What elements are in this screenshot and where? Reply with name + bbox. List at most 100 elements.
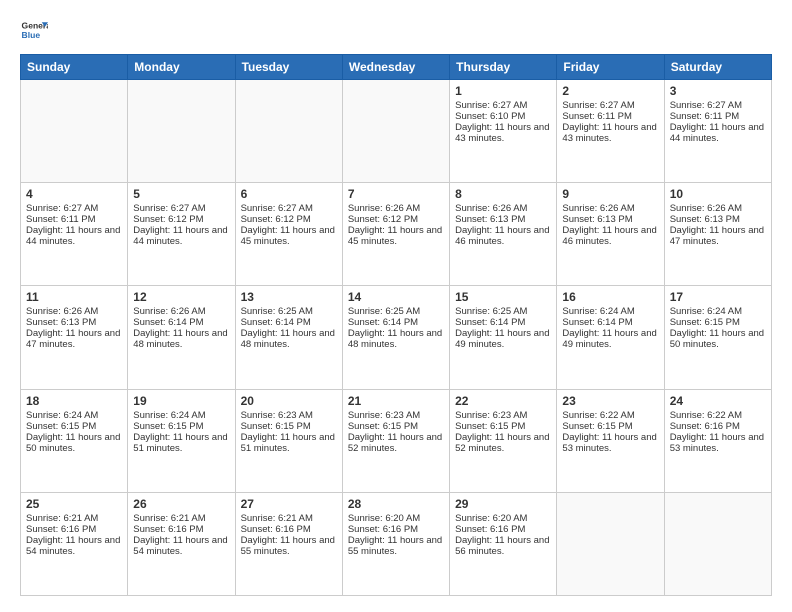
- day-number: 17: [670, 290, 766, 304]
- day-info: Sunset: 6:11 PM: [26, 214, 122, 225]
- day-info: Sunset: 6:13 PM: [455, 214, 551, 225]
- day-number: 10: [670, 187, 766, 201]
- table-row: 17Sunrise: 6:24 AMSunset: 6:15 PMDayligh…: [664, 286, 771, 389]
- day-info: Sunrise: 6:27 AM: [26, 203, 122, 214]
- day-info: Sunrise: 6:24 AM: [670, 306, 766, 317]
- day-info: Daylight: 11 hours and 44 minutes.: [133, 225, 229, 247]
- day-number: 29: [455, 497, 551, 511]
- table-row: 7Sunrise: 6:26 AMSunset: 6:12 PMDaylight…: [342, 183, 449, 286]
- day-info: Daylight: 11 hours and 43 minutes.: [455, 122, 551, 144]
- day-info: Sunset: 6:15 PM: [241, 421, 337, 432]
- table-row: 24Sunrise: 6:22 AMSunset: 6:16 PMDayligh…: [664, 389, 771, 492]
- day-info: Daylight: 11 hours and 49 minutes.: [562, 328, 658, 350]
- table-row: 28Sunrise: 6:20 AMSunset: 6:16 PMDayligh…: [342, 492, 449, 595]
- table-row: 27Sunrise: 6:21 AMSunset: 6:16 PMDayligh…: [235, 492, 342, 595]
- day-header-thursday: Thursday: [450, 55, 557, 80]
- day-info: Sunrise: 6:27 AM: [670, 100, 766, 111]
- day-number: 9: [562, 187, 658, 201]
- day-info: Sunrise: 6:27 AM: [455, 100, 551, 111]
- day-info: Daylight: 11 hours and 54 minutes.: [133, 535, 229, 557]
- table-row: 20 Sunrise: 6:23 AMSunset: 6:15 PMDayligh…: [235, 389, 342, 492]
- day-info: Sunrise: 6:20 AM: [455, 513, 551, 524]
- day-info: Daylight: 11 hours and 45 minutes.: [348, 225, 444, 247]
- table-row: 6Sunrise: 6:27 AMSunset: 6:12 PMDaylight…: [235, 183, 342, 286]
- day-number: 11: [26, 290, 122, 304]
- day-info: Sunrise: 6:23 AM: [241, 410, 337, 421]
- day-info: Sunrise: 6:20 AM: [348, 513, 444, 524]
- day-info: Sunset: 6:13 PM: [670, 214, 766, 225]
- day-number: 24: [670, 394, 766, 408]
- day-info: Sunrise: 6:23 AM: [348, 410, 444, 421]
- day-info: Sunrise: 6:26 AM: [26, 306, 122, 317]
- day-info: Daylight: 11 hours and 52 minutes.: [348, 432, 444, 454]
- day-info: Sunrise: 6:26 AM: [670, 203, 766, 214]
- day-info: Sunset: 6:14 PM: [348, 317, 444, 328]
- day-header-tuesday: Tuesday: [235, 55, 342, 80]
- table-row: 3Sunrise: 6:27 AMSunset: 6:11 PMDaylight…: [664, 80, 771, 183]
- day-info: Sunrise: 6:23 AM: [455, 410, 551, 421]
- table-row: 12Sunrise: 6:26 AMSunset: 6:14 PMDayligh…: [128, 286, 235, 389]
- day-info: Daylight: 11 hours and 50 minutes.: [26, 432, 122, 454]
- day-info: Sunset: 6:13 PM: [562, 214, 658, 225]
- day-info: Sunrise: 6:26 AM: [348, 203, 444, 214]
- day-info: Sunset: 6:14 PM: [562, 317, 658, 328]
- day-info: Daylight: 11 hours and 52 minutes.: [455, 432, 551, 454]
- day-info: Sunrise: 6:26 AM: [562, 203, 658, 214]
- day-number: 5: [133, 187, 229, 201]
- day-info: Sunrise: 6:25 AM: [348, 306, 444, 317]
- day-info: Sunrise: 6:21 AM: [133, 513, 229, 524]
- table-row: [557, 492, 664, 595]
- svg-text:Blue: Blue: [22, 30, 41, 40]
- day-info: Daylight: 11 hours and 54 minutes.: [26, 535, 122, 557]
- day-info: Daylight: 11 hours and 55 minutes.: [241, 535, 337, 557]
- day-info: Sunrise: 6:22 AM: [670, 410, 766, 421]
- day-info: Sunrise: 6:22 AM: [562, 410, 658, 421]
- calendar-week-3: 11 Sunrise: 6:26 AMSunset: 6:13 PM Dayligh…: [21, 286, 772, 389]
- day-info: Sunrise: 6:27 AM: [562, 100, 658, 111]
- day-info: Sunrise: 6:24 AM: [133, 410, 229, 421]
- day-number: 13: [241, 290, 337, 304]
- day-info: Sunrise: 6:24 AM: [562, 306, 658, 317]
- page-header: General Blue: [20, 16, 772, 44]
- day-header-monday: Monday: [128, 55, 235, 80]
- day-number: 6: [241, 187, 337, 201]
- day-info: Daylight: 11 hours and 51 minutes.: [241, 432, 337, 454]
- day-info: Daylight: 11 hours and 49 minutes.: [455, 328, 551, 350]
- day-info: Sunset: 6:16 PM: [133, 524, 229, 535]
- day-info: Daylight: 11 hours and 51 minutes.: [133, 432, 229, 454]
- day-info: Sunset: 6:13 PM: [26, 317, 122, 328]
- day-number: 8: [455, 187, 551, 201]
- day-number: 18: [26, 394, 122, 408]
- day-number: 4: [26, 187, 122, 201]
- table-row: 14Sunrise: 6:25 AMSunset: 6:14 PMDayligh…: [342, 286, 449, 389]
- day-number: 26: [133, 497, 229, 511]
- table-row: 26 Sunrise: 6:21 AMSunset: 6:16 PMDayligh…: [128, 492, 235, 595]
- day-info: Sunset: 6:16 PM: [241, 524, 337, 535]
- day-info: Sunrise: 6:21 AM: [26, 513, 122, 524]
- day-info: Sunset: 6:15 PM: [455, 421, 551, 432]
- day-info: Daylight: 11 hours and 47 minutes.: [670, 225, 766, 247]
- day-info: Sunrise: 6:25 AM: [455, 306, 551, 317]
- logo-icon: General Blue: [20, 16, 48, 44]
- day-number: 12: [133, 290, 229, 304]
- day-number: 2: [562, 84, 658, 98]
- table-row: 9Sunrise: 6:26 AMSunset: 6:13 PMDaylight…: [557, 183, 664, 286]
- day-header-saturday: Saturday: [664, 55, 771, 80]
- day-number: 1: [455, 84, 551, 98]
- day-info: Sunrise: 6:21 AM: [241, 513, 337, 524]
- day-info: Sunset: 6:16 PM: [455, 524, 551, 535]
- day-info: Sunset: 6:16 PM: [670, 421, 766, 432]
- day-number: 21: [348, 394, 444, 408]
- day-info: Daylight: 11 hours and 48 minutes.: [133, 328, 229, 350]
- table-row: 21Sunrise: 6:23 AMSunset: 6:15 PMDayligh…: [342, 389, 449, 492]
- table-row: [342, 80, 449, 183]
- table-row: 8Sunrise: 6:26 AMSunset: 6:13 PMDaylight…: [450, 183, 557, 286]
- day-number: 20: [241, 394, 337, 408]
- day-number: 23: [562, 394, 658, 408]
- day-info: Sunset: 6:16 PM: [348, 524, 444, 535]
- day-info: Sunset: 6:12 PM: [348, 214, 444, 225]
- day-number: 28: [348, 497, 444, 511]
- day-header-sunday: Sunday: [21, 55, 128, 80]
- day-info: Daylight: 11 hours and 56 minutes.: [455, 535, 551, 557]
- table-row: [235, 80, 342, 183]
